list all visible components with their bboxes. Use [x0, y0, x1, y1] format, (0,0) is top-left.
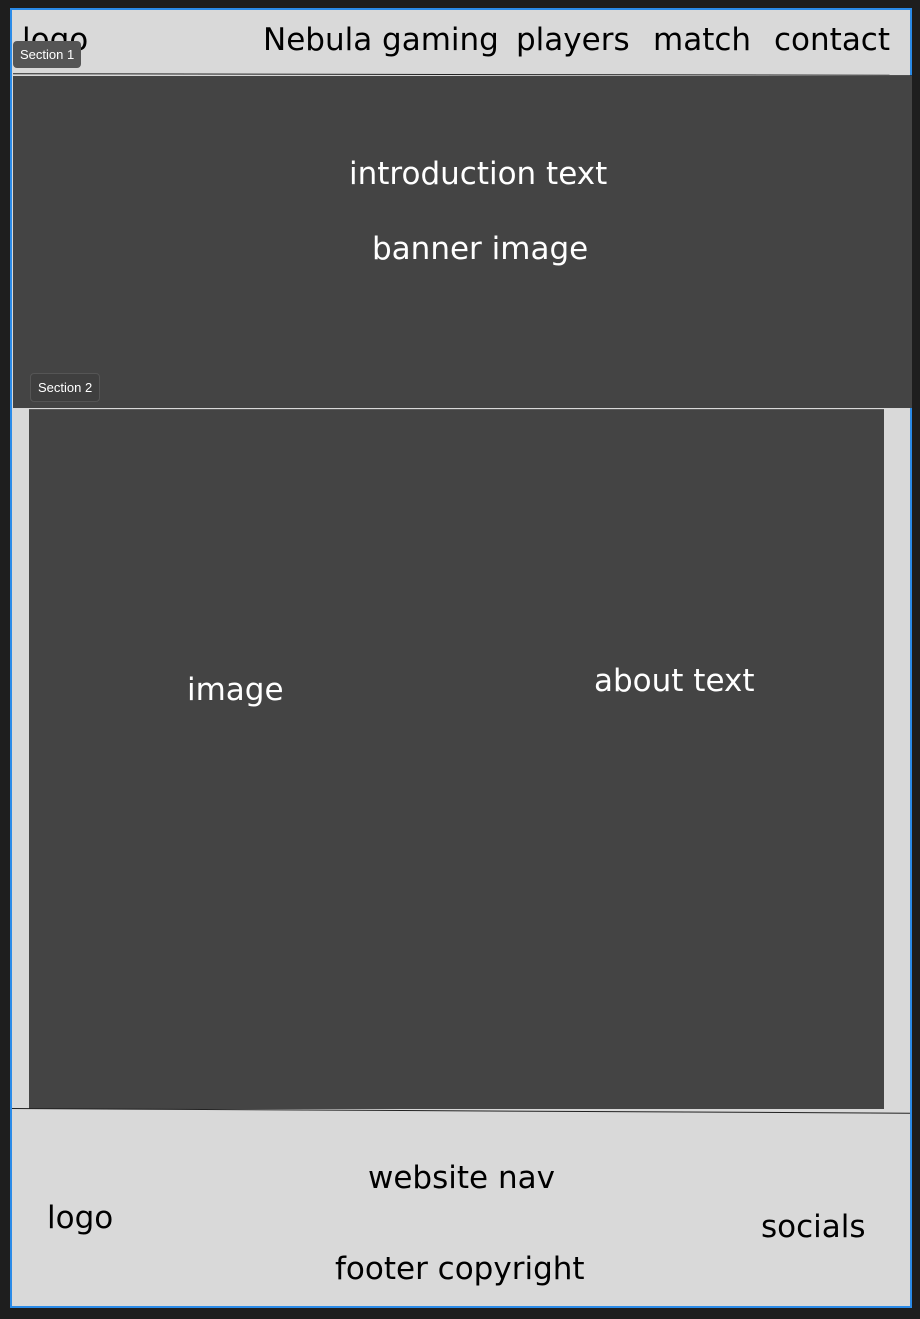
- section-1-tag[interactable]: Section 1: [13, 41, 82, 68]
- nav-item-contact[interactable]: contact: [774, 22, 890, 58]
- nav-item-match[interactable]: match: [653, 22, 751, 58]
- header-divider: [12, 73, 914, 76]
- wireframe-frame: logo Nebula gaming players match contact…: [10, 8, 914, 1308]
- about-text: about text: [594, 663, 755, 699]
- footer-logo[interactable]: logo: [47, 1200, 113, 1236]
- hero-section: introduction text banner image: [12, 73, 914, 408]
- section-2-tag[interactable]: Section 2: [30, 373, 101, 402]
- about-section: image about text: [29, 409, 884, 1109]
- about-image-placeholder: image: [187, 672, 284, 708]
- nav-item-players[interactable]: players: [516, 22, 630, 58]
- intro-text: introduction text: [349, 156, 608, 192]
- banner-image-placeholder: banner image: [372, 231, 589, 267]
- nav-item-nebula-gaming[interactable]: Nebula gaming: [263, 22, 499, 58]
- footer-copyright: footer copyright: [335, 1251, 585, 1287]
- footer-website-nav[interactable]: website nav: [368, 1160, 555, 1196]
- footer-socials[interactable]: socials: [761, 1209, 866, 1245]
